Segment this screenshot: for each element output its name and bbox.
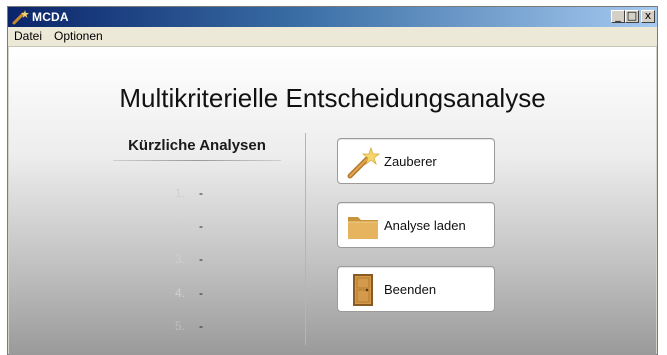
recent-analysis-item-5[interactable]: 5. - <box>175 319 203 333</box>
exit-button[interactable]: Beenden <box>337 266 495 312</box>
app-window: MCDA _ □ x Datei Optionen Multikriteriel… <box>7 6 658 355</box>
window-title: MCDA <box>32 10 69 24</box>
exit-button-label: Beenden <box>384 282 437 297</box>
recent-analysis-item-3[interactable]: 3. - <box>175 252 203 266</box>
menu-bar: Datei Optionen <box>8 27 657 47</box>
maximize-icon: □ <box>626 9 638 22</box>
maximize-button[interactable]: □ <box>625 10 639 23</box>
page-title: Multikriterielle Entscheidungsanalyse <box>119 83 546 113</box>
menu-optionen[interactable]: Optionen <box>54 29 103 44</box>
folder-icon <box>348 217 378 239</box>
recent-analysis-item-4[interactable]: 4. - <box>175 286 203 300</box>
door-icon <box>353 274 373 306</box>
recent-analysis-item-1[interactable]: 1. - <box>175 186 203 200</box>
wizard-button[interactable]: Zauberer <box>337 138 495 184</box>
recent-heading-underline <box>113 160 281 161</box>
title-bar[interactable]: MCDA _ □ x <box>8 7 657 27</box>
recent-item-value: - <box>199 186 204 200</box>
recent-item-number: 5. <box>175 319 186 333</box>
recent-analysis-item-2[interactable]: 2. - <box>175 219 203 233</box>
recent-item-number: 2. <box>175 219 186 233</box>
minimize-icon: _ <box>615 9 621 22</box>
recent-item-value: - <box>199 252 204 266</box>
minimize-button[interactable]: _ <box>611 10 625 23</box>
recent-item-number: 3. <box>175 252 186 266</box>
recent-item-value: - <box>199 319 204 333</box>
wizard-button-label: Zauberer <box>384 154 437 169</box>
recent-item-number: 4. <box>175 286 186 300</box>
main-panel: Multikriterielle Entscheidungsanalyse Kü… <box>9 47 656 355</box>
recent-item-value: - <box>199 286 204 300</box>
close-icon: x <box>644 9 652 22</box>
magic-wand-icon <box>12 10 29 25</box>
recent-item-value: - <box>199 219 204 233</box>
load-analysis-button[interactable]: Analyse laden <box>337 202 495 248</box>
magic-wand-icon <box>347 146 380 179</box>
load-analysis-button-label: Analyse laden <box>384 218 466 233</box>
recent-analyses-heading: Kürzliche Analysen <box>128 137 266 154</box>
close-button[interactable]: x <box>641 10 655 23</box>
menu-datei[interactable]: Datei <box>14 29 42 44</box>
recent-item-number: 1. <box>175 186 186 200</box>
vertical-divider <box>305 133 306 345</box>
